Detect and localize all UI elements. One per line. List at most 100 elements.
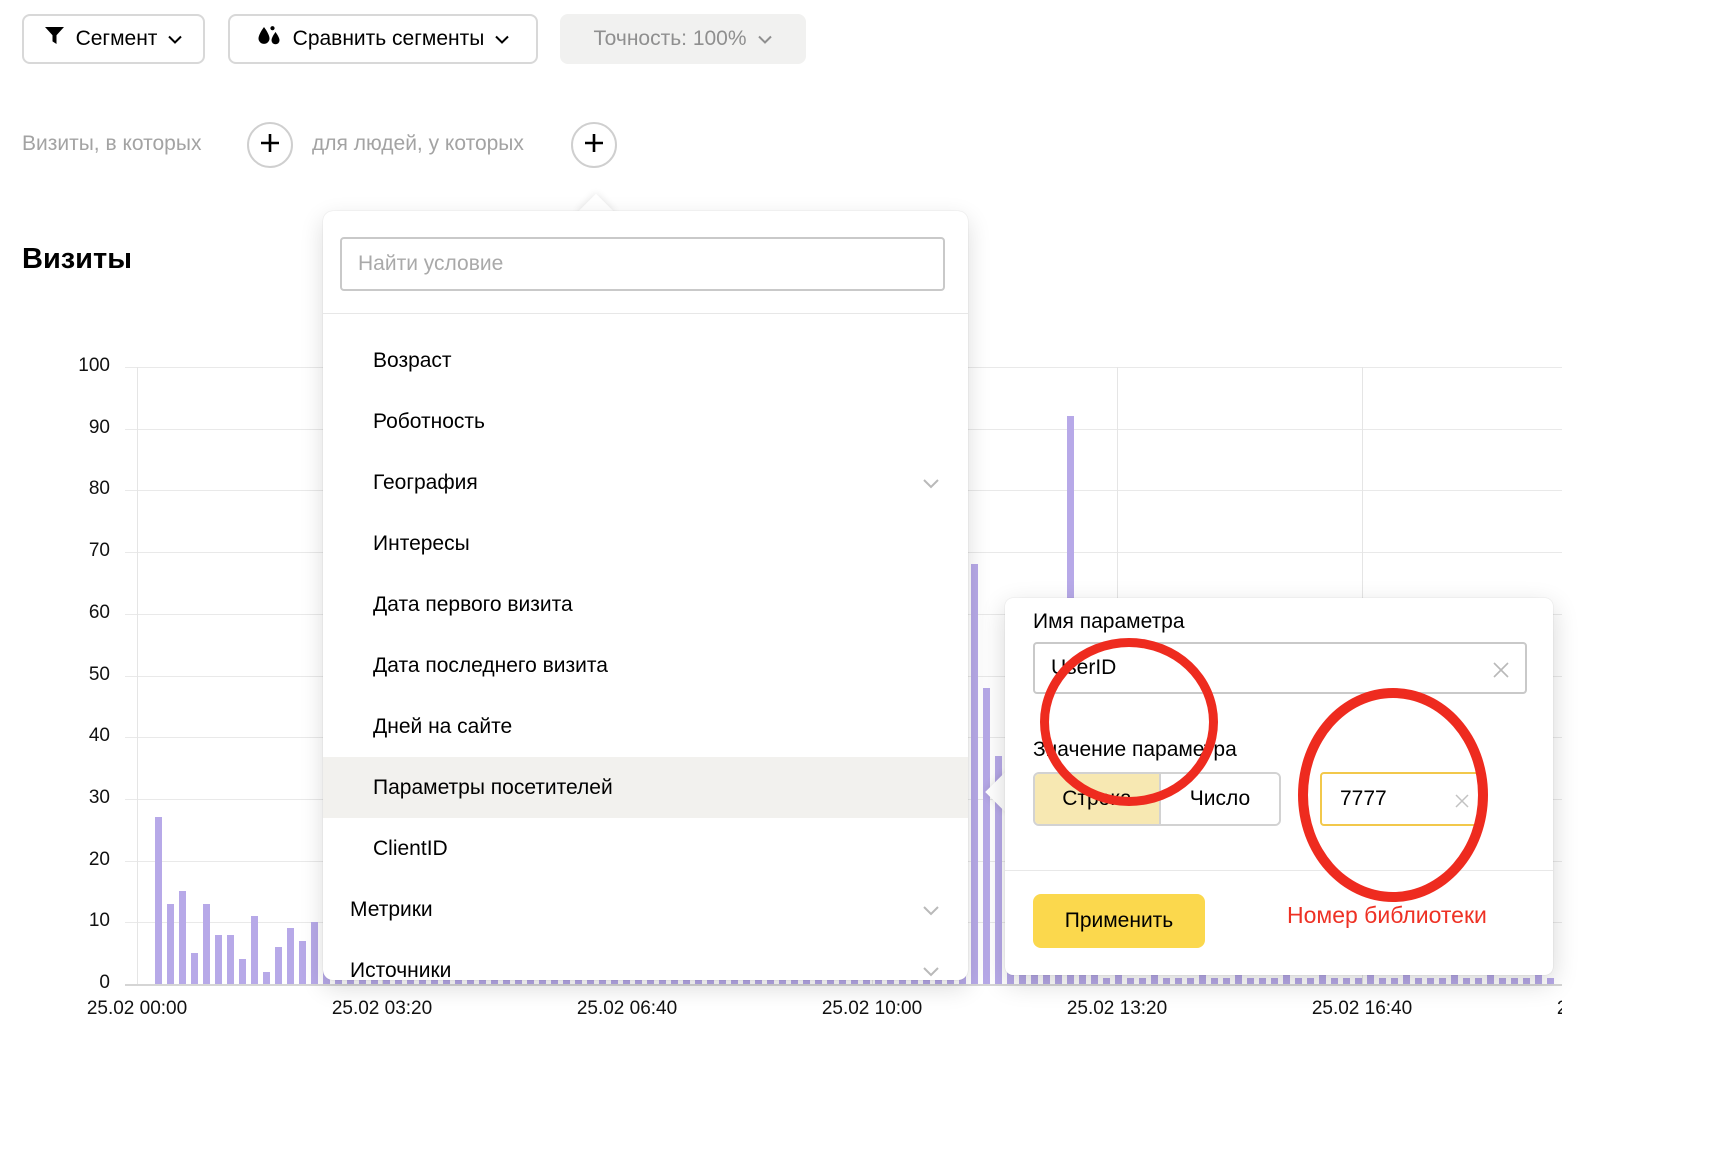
- condition-item-label: Дней на сайте: [373, 715, 512, 739]
- bar: [287, 928, 294, 984]
- bar: [1103, 978, 1110, 984]
- bar: [1379, 978, 1386, 984]
- bar: [1355, 978, 1362, 984]
- divider: [1005, 870, 1553, 871]
- bar: [239, 959, 246, 984]
- bar: [251, 916, 258, 984]
- close-icon[interactable]: [1491, 660, 1511, 680]
- condition-item-10[interactable]: Источники: [323, 940, 968, 980]
- bar: [1295, 978, 1302, 984]
- x-axis-label: 25.02 03:20: [317, 998, 447, 1020]
- condition-list: Возраст Роботность География Интересы Дата п…: [323, 330, 968, 980]
- metrica-page: 0 10 20 30 40 50 60 70 80 90 100 25.02 00:00 25.02 0…: [0, 0, 1714, 1158]
- chevron-down-icon: [922, 959, 940, 981]
- condition-item-label: ClientID: [373, 837, 448, 861]
- x-axis-label: 25.02 10:00: [807, 998, 937, 1020]
- y-axis-label: 100: [10, 355, 110, 377]
- bar: [1523, 978, 1530, 984]
- bar: [227, 935, 234, 984]
- bar: [971, 564, 978, 984]
- y-axis-label: 20: [10, 849, 110, 871]
- condition-item-label: Дата первого визита: [373, 593, 573, 617]
- condition-item-label: Возраст: [373, 349, 452, 373]
- bar: [1547, 978, 1554, 984]
- chevron-down-icon: [922, 471, 940, 495]
- gridline-y: [125, 984, 1562, 986]
- bar: [1511, 978, 1518, 984]
- condition-item-7[interactable]: Параметры посетителей: [323, 757, 968, 818]
- x-axis-label: 25.02 06:40: [562, 998, 692, 1020]
- condition-item-6[interactable]: Дней на сайте: [323, 696, 968, 757]
- bar: [311, 922, 318, 984]
- bar: [1343, 978, 1350, 984]
- y-axis-label: 90: [10, 417, 110, 439]
- condition-item-5[interactable]: Дата последнего визита: [323, 635, 968, 696]
- bar: [1463, 978, 1470, 984]
- condition-item-9[interactable]: Метрики: [323, 879, 968, 940]
- bar: [1331, 978, 1338, 984]
- condition-item-label: Дата последнего визита: [373, 654, 608, 678]
- condition-item-label: Метрики: [350, 898, 433, 922]
- condition-item-1[interactable]: Роботность: [323, 391, 968, 452]
- condition-item-0[interactable]: Возраст: [323, 330, 968, 391]
- condition-item-8[interactable]: ClientID: [323, 818, 968, 879]
- bar: [155, 817, 162, 984]
- bar: [203, 904, 210, 984]
- bar: [1391, 978, 1398, 984]
- bar: [1211, 978, 1218, 984]
- bar: [983, 688, 990, 984]
- bar: [1475, 978, 1482, 984]
- apply-button[interactable]: Применить: [1033, 894, 1205, 948]
- y-axis-label: 0: [10, 972, 110, 994]
- bar: [1271, 978, 1278, 984]
- x-axis-label: 25.02 20:00: [1542, 998, 1562, 1020]
- condition-item-label: Источники: [350, 959, 451, 981]
- x-axis-label: 25.02 13:20: [1052, 998, 1182, 1020]
- y-axis-label: 50: [10, 664, 110, 686]
- x-axis-label: 25.02 00:00: [72, 998, 202, 1020]
- annotation-circle-name: [1040, 638, 1218, 806]
- bar: [1139, 978, 1146, 984]
- bar: [191, 953, 198, 984]
- y-axis-label: 70: [10, 540, 110, 562]
- bar: [215, 935, 222, 984]
- bar: [275, 947, 282, 984]
- bar: [1427, 978, 1434, 984]
- library-number-annotation: Номер библиотеки: [1287, 902, 1487, 929]
- bar: [167, 904, 174, 984]
- bar: [1163, 978, 1170, 984]
- annotation-circle-value: [1298, 688, 1488, 902]
- bar: [1415, 978, 1422, 984]
- bar: [1187, 978, 1194, 984]
- bar: [1439, 978, 1446, 984]
- y-axis-label: 40: [10, 725, 110, 747]
- bar: [1499, 978, 1506, 984]
- bar: [299, 941, 306, 984]
- chevron-down-icon: [922, 898, 940, 922]
- bar: [1175, 978, 1182, 984]
- bar: [179, 891, 186, 984]
- bar: [1259, 978, 1266, 984]
- bar: [1223, 978, 1230, 984]
- condition-item-label: Параметры посетителей: [373, 776, 613, 800]
- condition-search-input[interactable]: [340, 237, 945, 291]
- bar: [1307, 978, 1314, 984]
- condition-item-3[interactable]: Интересы: [323, 513, 968, 574]
- gridline-x: [137, 367, 138, 984]
- condition-item-2[interactable]: География: [323, 452, 968, 513]
- y-axis-label: 30: [10, 787, 110, 809]
- y-axis-label: 60: [10, 602, 110, 624]
- y-axis-label: 80: [10, 478, 110, 500]
- bar: [263, 972, 270, 984]
- condition-item-label: Роботность: [373, 410, 485, 434]
- condition-dropdown: Возраст Роботность География Интересы Дата п…: [323, 211, 968, 980]
- condition-item-4[interactable]: Дата первого визита: [323, 574, 968, 635]
- param-name-label: Имя параметра: [1033, 610, 1185, 634]
- divider: [323, 313, 968, 314]
- x-axis-label: 25.02 16:40: [1297, 998, 1427, 1020]
- y-axis-label: 10: [10, 910, 110, 932]
- condition-item-label: География: [373, 471, 478, 495]
- condition-item-label: Интересы: [373, 532, 470, 556]
- bar: [1247, 978, 1254, 984]
- bar: [1127, 978, 1134, 984]
